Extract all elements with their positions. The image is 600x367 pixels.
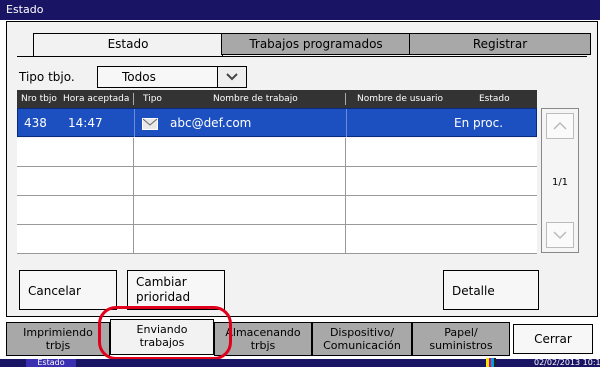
email-icon bbox=[142, 109, 158, 138]
tab-divider bbox=[17, 56, 587, 57]
col-nombre-trabajo: Nombre de trabajo bbox=[213, 94, 298, 104]
column-divider bbox=[345, 138, 346, 166]
tab-estado[interactable]: Estado bbox=[33, 33, 223, 57]
change-priority-button[interactable]: Cambiar prioridad bbox=[127, 270, 225, 310]
close-button[interactable]: Cerrar bbox=[513, 324, 593, 354]
nav-storing-jobs[interactable]: Almacenando trbjs bbox=[214, 322, 312, 356]
nav-storing-line1: Almacenando bbox=[225, 326, 301, 339]
header-separator bbox=[345, 93, 346, 105]
action-buttons: Cancelar Cambiar prioridad Detalle bbox=[19, 270, 575, 312]
status-label[interactable]: Estado bbox=[26, 359, 76, 367]
nav-sending-jobs[interactable]: Enviando trabajos bbox=[110, 319, 214, 355]
chevron-up-icon bbox=[553, 121, 567, 130]
scroll-up-button[interactable] bbox=[546, 113, 574, 139]
page-indicator: 1/1 bbox=[551, 177, 569, 188]
tab-estado-label: Estado bbox=[107, 37, 149, 51]
column-divider bbox=[346, 109, 347, 137]
table-row-empty bbox=[17, 138, 537, 167]
table-row-empty bbox=[17, 196, 537, 225]
nav-device-communication[interactable]: Dispositivo/ Comunicación bbox=[312, 322, 412, 356]
window-title: Estado bbox=[0, 0, 600, 20]
cell-nombre-trabajo: abc@def.com bbox=[170, 116, 252, 130]
column-divider bbox=[345, 167, 346, 195]
tab-trabajos-programados-label: Trabajos programados bbox=[249, 37, 383, 51]
table-header: Nro tbjo Hora aceptada Tipo Nombre de tr… bbox=[17, 90, 537, 108]
table-row-empty bbox=[17, 225, 537, 254]
scroll-down-button[interactable] bbox=[546, 222, 574, 248]
chevron-down-icon bbox=[217, 67, 246, 87]
table-row[interactable]: 438 14:47 abc@def.com En proc. bbox=[17, 108, 537, 137]
nav-printing-line2: trbjs bbox=[45, 339, 71, 352]
nav-printing-line1: Imprimiendo bbox=[23, 326, 93, 339]
table-row-empty bbox=[17, 167, 537, 196]
toner-level-icon bbox=[486, 358, 496, 367]
tab-trabajos-programados[interactable]: Trabajos programados bbox=[221, 33, 411, 55]
col-nro: Nro tbjo bbox=[21, 94, 57, 104]
column-divider bbox=[133, 196, 134, 224]
column-divider bbox=[345, 225, 346, 253]
cancel-button[interactable]: Cancelar bbox=[19, 270, 117, 310]
cancel-button-label: Cancelar bbox=[28, 284, 81, 298]
nav-device-line2: Comunicación bbox=[323, 339, 401, 352]
column-divider bbox=[133, 138, 134, 166]
detail-button-label: Detalle bbox=[452, 284, 495, 298]
header-separator bbox=[133, 93, 134, 105]
column-divider bbox=[133, 167, 134, 195]
change-priority-line1: Cambiar bbox=[136, 275, 187, 289]
cell-nro: 438 bbox=[24, 116, 47, 130]
change-priority-line2: prioridad bbox=[136, 290, 191, 304]
job-type-value: Todos bbox=[122, 70, 156, 84]
nav-paper-line2: suministros bbox=[429, 339, 493, 352]
status-bar bbox=[0, 359, 600, 367]
col-tipo: Tipo bbox=[143, 94, 162, 104]
datetime-display: 02/02/2013 10:1 bbox=[534, 358, 600, 367]
nav-device-line1: Dispositivo/ bbox=[329, 326, 395, 339]
column-divider bbox=[345, 196, 346, 224]
status-panel: Estado Trabajos programados Registrar Ti… bbox=[6, 21, 598, 317]
nav-printing-jobs[interactable]: Imprimiendo trbjs bbox=[6, 322, 110, 356]
nav-paper-line1: Papel/ bbox=[444, 326, 478, 339]
detail-button[interactable]: Detalle bbox=[443, 270, 539, 310]
col-usuario: Nombre de usuario bbox=[357, 94, 444, 104]
column-divider bbox=[133, 225, 134, 253]
nav-paper-supplies[interactable]: Papel/ suministros bbox=[412, 322, 510, 356]
job-type-label: Tipo tbjo. bbox=[19, 70, 75, 84]
job-type-select[interactable]: Todos bbox=[97, 66, 247, 88]
chevron-down-icon bbox=[553, 231, 567, 240]
tab-registrar-label: Registrar bbox=[472, 37, 528, 51]
col-estado: Estado bbox=[479, 94, 510, 104]
cell-estado: En proc. bbox=[454, 116, 504, 130]
nav-sending-line2: trabajos bbox=[139, 336, 185, 349]
cell-hora: 14:47 bbox=[68, 116, 103, 130]
change-priority-label: Cambiar prioridad bbox=[136, 275, 190, 305]
table-scrollbar: 1/1 bbox=[541, 108, 579, 253]
nav-storing-line2: trbjs bbox=[250, 339, 276, 352]
nav-sending-line1: Enviando bbox=[136, 323, 188, 336]
col-hora: Hora aceptada bbox=[63, 94, 130, 104]
column-divider bbox=[134, 109, 135, 137]
tab-registrar[interactable]: Registrar bbox=[409, 33, 591, 55]
